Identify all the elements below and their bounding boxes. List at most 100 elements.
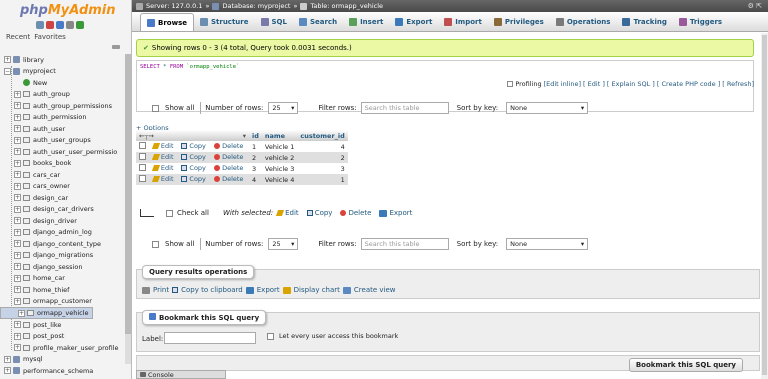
- breadcrumb-table[interactable]: Table: ormapp_vehicle: [310, 2, 383, 10]
- show-all-checkbox[interactable]: [152, 104, 159, 112]
- selected-export-button[interactable]: Export: [379, 209, 412, 217]
- print-link[interactable]: Print: [153, 286, 169, 294]
- check-all-checkbox[interactable]: [166, 209, 173, 217]
- cell-name[interactable]: Vehicle 3: [261, 163, 298, 174]
- expand-icon[interactable]: +: [14, 217, 21, 225]
- expand-icon[interactable]: +: [14, 148, 21, 156]
- create-view-link[interactable]: Create view: [354, 286, 396, 294]
- row-edit-button[interactable]: Edit: [151, 175, 174, 183]
- row-checkbox[interactable]: [139, 175, 146, 182]
- nav-item-ormapp-customer[interactable]: + ormapp_customer: [0, 296, 131, 308]
- nav-item-auth-user[interactable]: + auth_user: [0, 123, 131, 135]
- bookmark-submit-button[interactable]: Bookmark this SQL query: [628, 358, 743, 372]
- profiling-checkbox[interactable]: [507, 81, 514, 87]
- export-link[interactable]: Export: [257, 286, 280, 294]
- nav-item-cars-owner[interactable]: + cars_owner: [0, 181, 131, 193]
- cell-id[interactable]: 4: [249, 174, 262, 185]
- column-header-id[interactable]: id: [249, 130, 262, 141]
- nav-item-django-admin-log[interactable]: + django_admin_log: [0, 227, 131, 239]
- reload-icon[interactable]: [76, 21, 84, 29]
- nav-item-auth-group[interactable]: + auth_group: [0, 89, 131, 101]
- logout-icon[interactable]: [46, 21, 54, 29]
- expand-icon[interactable]: +: [14, 240, 21, 248]
- nav-item-home-car[interactable]: + home_car: [0, 273, 131, 285]
- filter-input-bottom[interactable]: Search this table: [360, 238, 449, 250]
- nav-item-ormapp-vehicle[interactable]: + ormapp_vehicle: [0, 307, 93, 319]
- nav-item-profile-maker-user-profile[interactable]: + profile_maker_user_profile: [0, 342, 131, 354]
- rows-select-bottom[interactable]: 25 ▾: [268, 238, 299, 250]
- cell-customer-id[interactable]: 1: [297, 174, 348, 185]
- sort-select-bottom[interactable]: None ▾: [506, 238, 589, 250]
- row-checkbox[interactable]: [139, 164, 146, 171]
- selected-copy-button[interactable]: Copy: [306, 209, 332, 217]
- bookmark-label-input[interactable]: [164, 332, 256, 344]
- expand-icon[interactable]: +: [14, 205, 21, 213]
- nav-item-django-migrations[interactable]: + django_migrations: [0, 250, 131, 262]
- row-copy-button[interactable]: Copy: [181, 142, 206, 150]
- expand-icon[interactable]: +: [14, 251, 21, 259]
- nav-item-django-session[interactable]: + django_session: [0, 261, 131, 273]
- row-delete-button[interactable]: Delete: [214, 142, 243, 150]
- nav-item-auth-permission[interactable]: + auth_permission: [0, 112, 131, 124]
- main-scroll-thumb[interactable]: [762, 35, 767, 375]
- tab-sql[interactable]: SQL: [255, 13, 293, 31]
- cell-customer-id[interactable]: 4: [297, 141, 348, 152]
- expand-icon[interactable]: +: [14, 344, 21, 352]
- tab-triggers[interactable]: Triggers: [673, 13, 728, 31]
- docs-icon[interactable]: [56, 21, 64, 29]
- expand-icon[interactable]: +: [14, 113, 21, 121]
- tab-search[interactable]: Search: [293, 13, 343, 31]
- row-edit-button[interactable]: Edit: [151, 142, 174, 150]
- tab-browse[interactable]: Browse: [140, 13, 194, 31]
- column-header-customer-id[interactable]: customer_id: [297, 130, 348, 141]
- sort-arrow-icon[interactable]: ▾: [243, 132, 246, 140]
- expand-icon[interactable]: +: [14, 102, 21, 110]
- favorites-tab[interactable]: Favorites: [34, 33, 66, 41]
- check-all-label[interactable]: Check all: [177, 209, 209, 217]
- console-bar[interactable]: Console: [136, 370, 226, 379]
- cell-name[interactable]: Vehicle 4: [261, 174, 298, 185]
- expand-icon[interactable]: +: [14, 194, 21, 202]
- column-arrows-icon[interactable]: ←┬→: [139, 132, 154, 140]
- nav-item-cars-car[interactable]: + cars_car: [0, 169, 131, 181]
- tab-import[interactable]: Import: [438, 13, 488, 31]
- expand-icon[interactable]: +: [14, 297, 21, 305]
- expand-icon[interactable]: +: [14, 159, 21, 167]
- nav-scroll-thumb[interactable]: [125, 54, 131, 334]
- cell-customer-id[interactable]: 2: [297, 152, 348, 163]
- expand-icon[interactable]: +: [14, 171, 21, 179]
- tab-insert[interactable]: Insert: [343, 13, 389, 31]
- row-copy-button[interactable]: Copy: [181, 164, 206, 172]
- nav-item-auth-user-groups[interactable]: + auth_user_groups: [0, 135, 131, 147]
- nav-item-auth-user-user-permissio[interactable]: + auth_user_user_permissio: [0, 146, 131, 158]
- nav-item-mysql[interactable]: + mysql: [0, 354, 131, 366]
- nav-scrollbar[interactable]: [125, 54, 131, 364]
- expand-icon[interactable]: +: [14, 263, 21, 271]
- cell-name[interactable]: vehicle 2: [261, 152, 298, 163]
- copy-clipboard-link[interactable]: Copy to clipboard: [181, 286, 243, 294]
- settings-icon[interactable]: [66, 21, 74, 29]
- expand-icon[interactable]: +: [14, 228, 21, 236]
- settings-gear-icon[interactable]: ⚙ ⇱: [748, 2, 762, 10]
- row-edit-button[interactable]: Edit: [151, 153, 174, 161]
- breadcrumb-server[interactable]: Server: 127.0.0.1: [146, 2, 202, 10]
- home-icon[interactable]: [36, 21, 44, 29]
- nav-item-design-car-drivers[interactable]: + design_car_drivers: [0, 204, 131, 216]
- expand-icon[interactable]: +: [14, 321, 21, 329]
- expand-icon[interactable]: +: [14, 332, 21, 340]
- breadcrumb-database[interactable]: Database: myproject: [222, 2, 290, 10]
- row-checkbox[interactable]: [139, 153, 146, 160]
- tab-export[interactable]: Export: [389, 13, 438, 31]
- expand-icon[interactable]: +: [4, 56, 11, 64]
- filter-input[interactable]: Search this table: [360, 102, 449, 114]
- sort-select[interactable]: None ▾: [506, 102, 589, 114]
- cell-id[interactable]: 3: [249, 163, 262, 174]
- recent-tab[interactable]: Recent: [6, 33, 30, 41]
- nav-item-auth-group-permissions[interactable]: + auth_group_permissions: [0, 100, 131, 112]
- expand-icon[interactable]: +: [14, 182, 21, 190]
- cell-customer-id[interactable]: 3: [297, 163, 348, 174]
- expand-icon[interactable]: +: [18, 309, 25, 317]
- row-copy-button[interactable]: Copy: [181, 153, 206, 161]
- nav-item-New[interactable]: +New: [0, 77, 131, 89]
- nav-item-myproject[interactable]: − myproject: [0, 66, 131, 78]
